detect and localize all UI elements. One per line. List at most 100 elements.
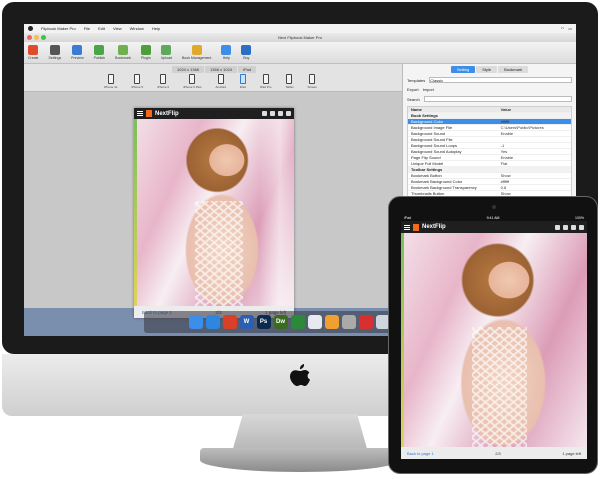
property-row[interactable]: Background Color #ffffff [408,118,571,124]
property-row[interactable]: Background Sound Autoplay Yes [408,148,571,154]
device-option-4[interactable]: Android [216,74,226,89]
ipad-menu-icon[interactable] [404,224,410,230]
page-curl[interactable] [258,119,294,306]
ipad-status-time: 9:41 AM [486,216,500,220]
properties-table-header: Name Value [408,107,571,112]
toolbar-button-9[interactable]: Buy [241,45,252,60]
property-value[interactable]: 0.8 [498,185,571,190]
app-grey-icon[interactable] [341,315,356,329]
itunes-icon[interactable] [307,315,322,329]
settings-icon[interactable] [262,111,267,116]
property-row[interactable]: Bookmark Button Show [408,172,571,178]
properties-tabs: Setting Style Bookmark [403,64,576,75]
device-option-1[interactable]: iPhone 5 [131,74,143,89]
toolbar-button-6[interactable]: Upload [161,45,172,60]
property-row[interactable]: Background Sound Enable [408,130,571,136]
share-icon[interactable] [270,111,275,116]
app-red-icon[interactable] [358,315,373,329]
fullscreen-icon[interactable] [286,111,291,116]
search-input[interactable] [423,96,572,102]
property-name: Bookmark Background Color [411,179,463,184]
ipad-back-to-page-link[interactable]: Back to page 1 [407,451,434,456]
property-row[interactable]: Background Image File C:\Users\Public\Pic… [408,124,571,130]
size-tab-portrait[interactable]: 1024 x 1366 [172,66,205,73]
ipad-page-edge-strip [401,233,404,447]
device-option-2[interactable]: iPhone 6 [157,74,169,89]
device-option-5[interactable]: iPad [239,74,246,89]
property-value[interactable]: Enable [498,131,571,136]
tab-bookmark[interactable]: Bookmark [498,66,529,73]
toolbar-button-3[interactable]: Publish [94,45,105,60]
property-value[interactable]: -1 [498,143,571,148]
import-button[interactable]: Import [423,87,434,92]
property-row[interactable]: Background Sound Loops -1 [408,142,571,148]
toolbar-button-label: Preview [71,56,84,60]
device-option-0[interactable]: iPhone 4s [104,74,117,89]
menubar-edit[interactable]: Edit [98,26,105,31]
apple-menu-icon[interactable] [28,26,33,31]
safari-icon[interactable] [205,315,220,329]
property-value[interactable]: #ffffff [498,179,571,184]
device-option-6[interactable]: iPad Pro [260,74,271,89]
property-value[interactable]: Show [498,173,571,178]
size-tab-ipad[interactable]: iPad [238,66,257,73]
property-value[interactable]: Enable [498,155,571,160]
dreamweaver-icon[interactable]: Dw [273,315,288,329]
property-value[interactable]: C:\Users\Public\Pictures [498,125,571,130]
viewer-toolbar: NextFlip [134,108,294,119]
template-select[interactable]: Classic [429,77,572,83]
toolbar-button-5[interactable]: Plugin [140,45,151,60]
ipad-share-icon[interactable] [563,224,568,230]
window-title: Next Flipbook Maker Pro [277,35,322,40]
photos-icon[interactable] [324,315,339,329]
apple-logo-icon [290,364,310,387]
bookmark-icon [117,45,128,55]
ipad-fullscreen-icon[interactable] [579,224,584,230]
toolbar-button-2[interactable]: Preview [71,45,84,60]
flipbook-app-icon[interactable] [222,315,237,329]
menubar-file[interactable]: File [84,26,90,31]
property-row[interactable]: Bookmark Background Color #ffffff [408,178,571,184]
close-window-button[interactable] [27,35,32,40]
device-option-3[interactable]: iPhone 6 Plus [183,74,202,89]
device-option-8[interactable]: Screen [307,74,317,89]
toolbar-button-1[interactable]: Settings [49,45,61,60]
finder-icon[interactable] [188,315,203,329]
battery-icon[interactable]: ▭ [568,26,572,31]
ipad-flipbook-page-photo[interactable] [401,233,587,447]
menubar-window[interactable]: Window [130,26,144,31]
ipad-settings-icon[interactable] [555,224,560,230]
sound-icon[interactable] [278,111,283,116]
property-name: Background Sound Autoplay [411,149,462,154]
books-icon [191,45,202,55]
property-value[interactable]: Yes [498,149,571,154]
property-row[interactable]: Unique Full Model Flat [408,160,571,166]
tab-setting[interactable]: Setting [450,66,476,73]
toolbar-button-4[interactable]: Bookmark [115,45,131,60]
wifi-icon[interactable]: ◠ [561,26,565,31]
tab-style[interactable]: Style [476,66,498,73]
export-button[interactable]: Export [407,87,419,92]
zoom-window-button[interactable] [41,35,46,40]
property-value[interactable]: #ffffff [498,119,571,124]
property-row[interactable]: Page Flip Sound Enable [408,154,571,160]
size-tab-landscape[interactable]: 1366 x 1024 [205,66,238,73]
menubar-help[interactable]: Help [152,26,160,31]
app-w-icon[interactable]: W [239,315,254,329]
property-row[interactable]: Bookmark Background Transparency 0.8 [408,184,571,190]
menubar-app-name[interactable]: Flipbook Maker Pro [41,26,76,31]
toolbar-button-8[interactable]: Help [221,45,232,60]
ipad-nextflip-logo-icon [413,223,419,231]
property-value[interactable]: Flat [498,161,571,166]
menu-icon[interactable] [137,111,143,116]
flipbook-page-photo[interactable] [134,119,294,306]
minimize-window-button[interactable] [34,35,39,40]
photoshop-icon[interactable]: Ps [256,315,271,329]
toolbar-button-0[interactable]: Create [28,45,39,60]
menubar-view[interactable]: View [113,26,122,31]
ipad-status-battery: 100% [575,216,584,220]
device-option-7[interactable]: Tablet [285,74,293,89]
toolbar-button-7[interactable]: Book Management [182,45,211,60]
ipad-sound-icon[interactable] [571,224,576,230]
app-green-icon[interactable] [290,315,305,329]
